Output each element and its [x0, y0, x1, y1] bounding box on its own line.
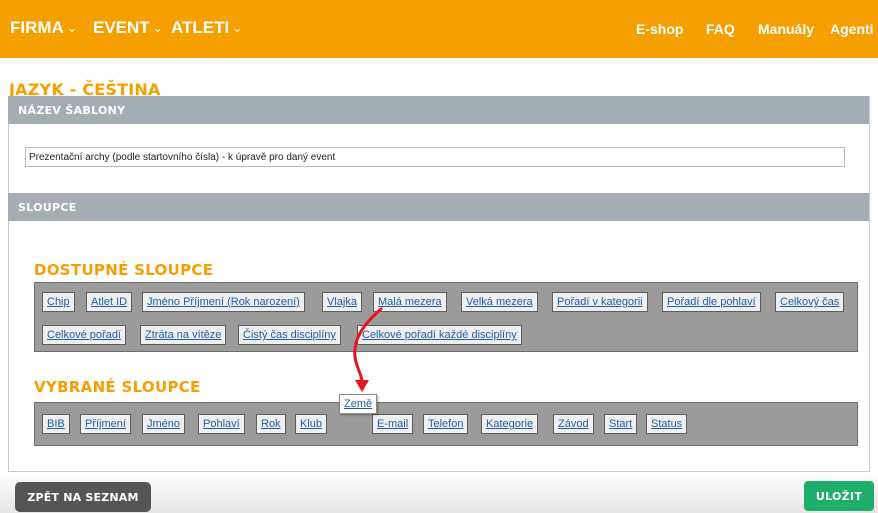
selected-column-chip[interactable]: Pohlaví: [198, 414, 245, 434]
available-column-chip[interactable]: Atlet ID: [86, 292, 133, 312]
template-name-section-header: NÁZEV ŠABLONY: [8, 96, 869, 124]
available-column-chip[interactable]: Vlajka: [322, 292, 362, 312]
columns-section-header: SLOUPCE: [8, 193, 869, 221]
nav-menu-atleti-label: ATLETI: [171, 18, 230, 37]
selected-column-chip[interactable]: E-mail: [372, 414, 414, 434]
nav-link-faq[interactable]: FAQ: [706, 21, 735, 37]
nav-menu-firma[interactable]: FIRMA ⌄: [10, 18, 77, 38]
template-name-section-title: NÁZEV ŠABLONY: [18, 104, 126, 117]
selected-column-chip[interactable]: Status: [646, 414, 688, 434]
available-column-chip[interactable]: Pořadí dle pohlaví: [662, 292, 761, 312]
dragged-column-chip[interactable]: Země: [339, 394, 378, 414]
nav-menu-event[interactable]: EVENT ⌄: [93, 18, 163, 38]
back-to-list-button[interactable]: ZPĚT NA SEZNAM: [15, 482, 151, 512]
save-button[interactable]: ULOŽIT: [804, 481, 874, 511]
nav-link-eshop[interactable]: E-shop: [636, 21, 683, 37]
available-column-chip[interactable]: Ztráta na vítěze: [140, 325, 227, 345]
selected-columns-heading: VYBRANÉ SLOUPCE: [34, 378, 201, 396]
available-column-chip[interactable]: Celkový čas: [775, 292, 845, 312]
available-column-chip[interactable]: Velká mezera: [461, 292, 538, 312]
selected-column-chip[interactable]: Telefon: [423, 414, 469, 434]
available-column-chip[interactable]: Jméno Příjmení (Rok narození): [142, 292, 305, 312]
nav-link-agenti[interactable]: Agenti: [830, 21, 878, 37]
available-column-chip[interactable]: Celkové pořadí: [42, 325, 126, 345]
nav-link-manualy[interactable]: Manuály: [758, 21, 814, 37]
chevron-down-icon: ⌄: [66, 21, 77, 35]
chevron-down-icon: ⌄: [232, 21, 243, 35]
selected-column-chip[interactable]: Start: [604, 414, 638, 434]
nav-menu-event-label: EVENT: [93, 18, 150, 37]
selected-column-chip[interactable]: Kategorie: [481, 414, 539, 434]
columns-section-title: SLOUPCE: [18, 201, 77, 214]
selected-column-chip[interactable]: Klub: [295, 414, 328, 434]
available-column-chip[interactable]: Celkové pořadí každé disciplíny: [357, 325, 522, 345]
template-name-input[interactable]: [25, 147, 845, 167]
selected-column-chip[interactable]: BIB: [42, 414, 70, 434]
selected-column-chip[interactable]: Závod: [553, 414, 594, 434]
available-column-chip[interactable]: Pořadí v kategorii: [552, 292, 648, 312]
selected-column-chip[interactable]: Jméno: [142, 414, 186, 434]
selected-column-chip[interactable]: Rok: [256, 414, 286, 434]
nav-menu-firma-label: FIRMA: [10, 18, 64, 37]
available-column-chip[interactable]: Malá mezera: [373, 292, 447, 312]
available-column-chip[interactable]: Chip: [42, 292, 75, 312]
nav-menu-atleti[interactable]: ATLETI ⌄: [171, 18, 242, 38]
available-column-chip[interactable]: Čistý čas disciplíny: [238, 325, 341, 345]
chevron-down-icon: ⌄: [152, 21, 163, 35]
selected-column-chip[interactable]: Příjmení: [80, 414, 131, 434]
available-columns-heading: DOSTUPNÉ SLOUPCE: [34, 261, 214, 279]
